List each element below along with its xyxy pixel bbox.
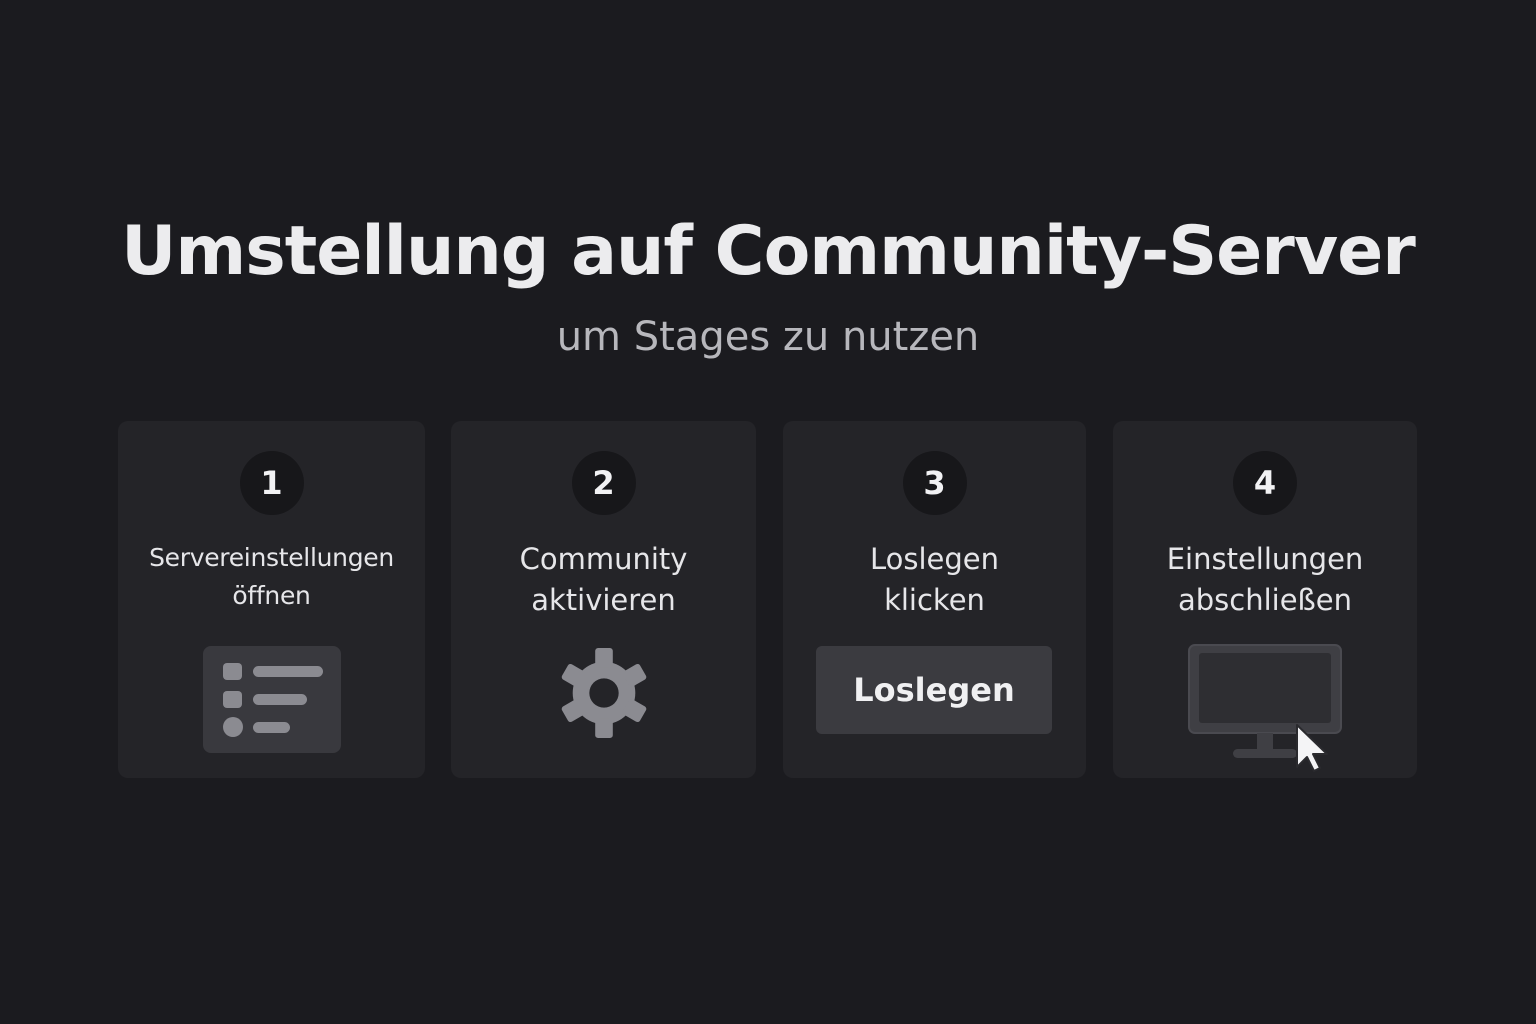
monitor-cursor-icon [1187, 643, 1343, 775]
step-label-line: klicken [884, 583, 985, 617]
step-card-4: 4 Einstellungen abschließen [1113, 421, 1417, 778]
step-label: Einstellungen abschließen [1113, 539, 1417, 621]
step-label: Loslegen klicken [783, 539, 1086, 621]
step-label-line: Servereinstellungen [149, 543, 394, 572]
step-label-line: aktivieren [531, 583, 676, 617]
step-number-badge: 2 [571, 451, 636, 515]
step-card-2: 2 Community aktivieren [451, 421, 756, 778]
gear-icon [559, 647, 649, 739]
page: Umstellung auf Community-Server um Stage… [0, 0, 1536, 1024]
step-label: Servereinstellungen öffnen [118, 539, 425, 615]
step-label-line: abschließen [1177, 583, 1353, 617]
step-label-line: Community [519, 542, 688, 576]
step-card-1: 1 Servereinstellungen öffnen [118, 421, 425, 778]
step-card-3: 3 Loslegen klicken Loslegen [783, 421, 1086, 778]
step-number-badge: 4 [1233, 451, 1297, 515]
step-label-line: Loslegen [869, 542, 1000, 576]
step-label-line: öffnen [232, 581, 311, 610]
step-number-badge: 1 [239, 451, 304, 515]
list-icon [203, 646, 341, 753]
loslegen-button[interactable]: Loslegen [816, 646, 1052, 734]
step-number-badge: 3 [902, 451, 967, 515]
page-title: Umstellung auf Community-Server [121, 212, 1416, 291]
step-label-line: Einstellungen [1166, 542, 1364, 576]
step-label: Community aktivieren [451, 539, 756, 621]
page-subtitle: um Stages zu nutzen [556, 314, 980, 360]
